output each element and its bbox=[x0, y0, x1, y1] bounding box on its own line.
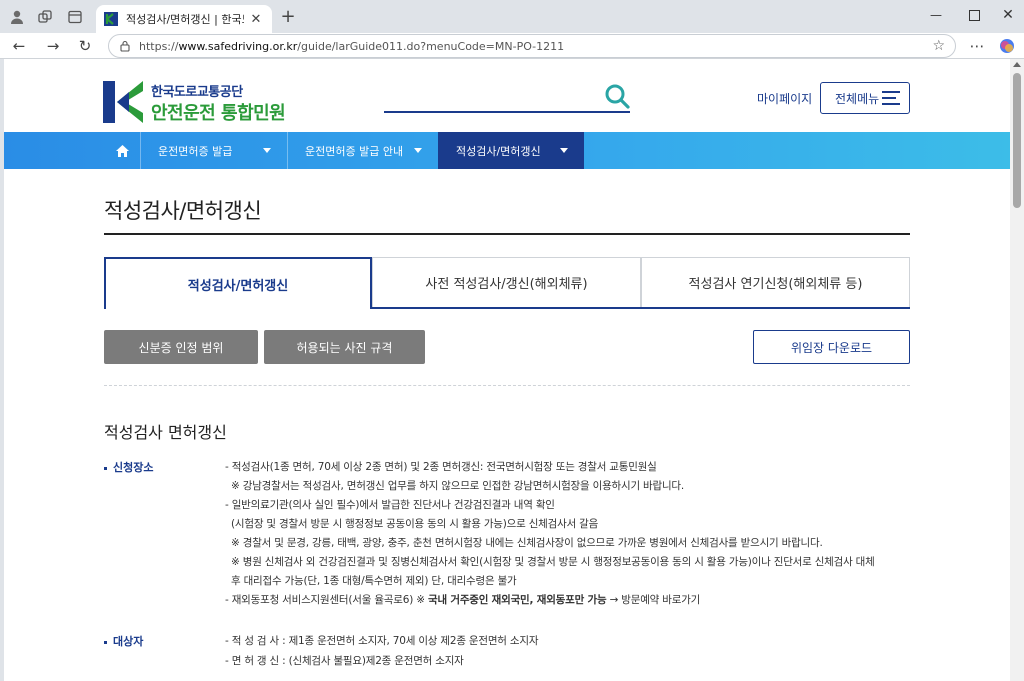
logo-org-name: 한국도로교통공단 bbox=[151, 85, 243, 100]
id-range-button[interactable]: 신분증 인정 범위 bbox=[104, 330, 258, 364]
site-favicon-icon bbox=[104, 12, 118, 26]
tab-aptitude-renewal[interactable]: 적성검사/면허갱신 bbox=[104, 257, 372, 309]
all-menu-label: 전체메뉴 bbox=[835, 91, 880, 106]
site-logo[interactable]: 한국도로교통공단 안전운전 통합민원 bbox=[103, 81, 286, 125]
title-divider bbox=[104, 233, 910, 235]
place-line: (시험장 및 경찰서 방문 시 행정정보 공동이용 동의 시 활용 가능)으로 … bbox=[231, 518, 599, 530]
more-options-icon[interactable]: ⋯ bbox=[966, 35, 988, 57]
gnb-item-aptitude-renewal[interactable]: 적성검사/면허갱신 bbox=[438, 132, 584, 169]
target-label: 대상자 bbox=[104, 633, 143, 649]
section-title: 적성검사 면허갱신 bbox=[104, 423, 227, 442]
chevron-down-icon bbox=[560, 148, 568, 153]
tab-actions-icon[interactable] bbox=[64, 6, 86, 28]
place-line: - 일반의료기관(의사 실인 필수)에서 발급한 진단서나 건강검진결과 내역 … bbox=[225, 499, 555, 511]
search-icon[interactable] bbox=[604, 83, 630, 109]
forward-icon[interactable]: → bbox=[42, 35, 64, 57]
place-line: ※ 병원 신체검사 외 건강검진결과 및 징병신체검사서 확인(시험장 및 경찰… bbox=[231, 556, 875, 568]
chevron-down-icon bbox=[263, 148, 271, 153]
new-tab-icon[interactable]: + bbox=[278, 6, 298, 27]
content-tabs: 적성검사/면허갱신 사전 적성검사/갱신(해외체류) 적성검사 연기신청(해외체… bbox=[104, 257, 910, 309]
gnb-item-license-guide[interactable]: 운전면허증 발급 안내 bbox=[287, 132, 438, 169]
place-line: 후 대리접수 가능(단, 1종 대형/특수면허 제외) 단, 대리수령은 불가 bbox=[231, 575, 517, 587]
site-search-input[interactable] bbox=[384, 79, 630, 113]
place-label: 신청장소 bbox=[104, 459, 153, 475]
overseas-only-note: 국내 거주중인 재외국민, 재외동포만 가능 bbox=[427, 594, 607, 606]
close-window-icon[interactable]: ✕ bbox=[994, 4, 1022, 26]
tab-pre-aptitude-overseas[interactable]: 사전 적성검사/갱신(해외체류) bbox=[372, 257, 641, 307]
back-icon[interactable]: ← bbox=[8, 35, 30, 57]
logo-service-name: 안전운전 통합민원 bbox=[151, 103, 286, 124]
url-text: https://www.safedriving.or.kr/guide/larG… bbox=[139, 39, 565, 53]
page-viewport: 한국도로교통공단 안전운전 통합민원 마이페이지 전체메뉴 운전면허증 발급 운… bbox=[4, 59, 1010, 681]
target-line: - 적 성 검 사 : 제1종 운전면허 소지자, 70세 이상 제2종 운전면… bbox=[225, 635, 539, 647]
all-menu-button[interactable]: 전체메뉴 bbox=[820, 82, 910, 114]
photo-spec-button[interactable]: 허용되는 사진 규격 bbox=[264, 330, 425, 364]
proxy-download-button[interactable]: 위임장 다운로드 bbox=[753, 330, 910, 364]
tab-postpone-request[interactable]: 적성검사 연기신청(해외체류 등) bbox=[641, 257, 910, 307]
profile-icon[interactable] bbox=[6, 6, 28, 28]
maximize-icon[interactable] bbox=[960, 4, 988, 26]
close-tab-icon[interactable]: ✕ bbox=[248, 11, 264, 27]
mypage-link[interactable]: 마이페이지 bbox=[757, 90, 812, 107]
section-divider bbox=[104, 385, 910, 386]
place-line: ※ 강남경찰서는 적성검사, 면허갱신 업무를 하지 않으므로 인접한 강남면허… bbox=[231, 480, 685, 492]
target-line: - 면 허 갱 신 : (신체검사 불필요)제2종 운전면허 소지자 bbox=[225, 655, 464, 667]
browser-tab-bar: 적성검사/면허갱신 | 한국도로교통공단 ✕ + — ✕ bbox=[0, 0, 1024, 33]
browser-tab-title: 적성검사/면허갱신 | 한국도로교통공단 bbox=[126, 13, 244, 26]
workspaces-icon[interactable] bbox=[34, 6, 56, 28]
scroll-up-icon[interactable] bbox=[1013, 62, 1021, 67]
copilot-icon[interactable] bbox=[996, 35, 1018, 57]
place-line-overseas: - 재외동포청 서비스지원센터(서울 율곡로6) ※ 국내 거주중인 재외국민,… bbox=[225, 594, 701, 606]
browser-toolbar: ← → ↻ https://www.safedriving.or.kr/guid… bbox=[0, 33, 1024, 59]
kotsa-logo-icon bbox=[103, 81, 143, 123]
lock-icon[interactable] bbox=[119, 40, 131, 52]
hamburger-icon bbox=[882, 91, 900, 105]
visit-reservation-link[interactable]: → 방문예약 바로가기 bbox=[610, 594, 701, 606]
place-line: ※ 경찰서 및 문경, 강릉, 태백, 광양, 충주, 춘천 면허시험장 내에는… bbox=[231, 537, 823, 549]
global-navigation-bar: 운전면허증 발급 운전면허증 발급 안내 적성검사/면허갱신 bbox=[4, 132, 1010, 169]
page-scrollbar[interactable] bbox=[1010, 59, 1024, 681]
minimize-icon[interactable]: — bbox=[922, 4, 950, 26]
page-title: 적성검사/면허갱신 bbox=[104, 199, 262, 223]
place-line: - 적성검사(1종 면허, 70세 이상 2종 면허) 및 2종 면허갱신: 전… bbox=[225, 461, 657, 473]
chevron-down-icon bbox=[414, 148, 422, 153]
browser-tab[interactable]: 적성검사/면허갱신 | 한국도로교통공단 ✕ bbox=[96, 5, 272, 33]
scroll-thumb[interactable] bbox=[1013, 73, 1021, 208]
gnb-item-license-issue[interactable]: 운전면허증 발급 bbox=[140, 132, 287, 169]
home-icon[interactable] bbox=[104, 132, 140, 169]
reload-icon[interactable]: ↻ bbox=[74, 35, 96, 57]
favorite-star-icon[interactable]: ☆ bbox=[932, 38, 945, 54]
address-bar[interactable]: https://www.safedriving.or.kr/guide/larG… bbox=[108, 34, 956, 58]
